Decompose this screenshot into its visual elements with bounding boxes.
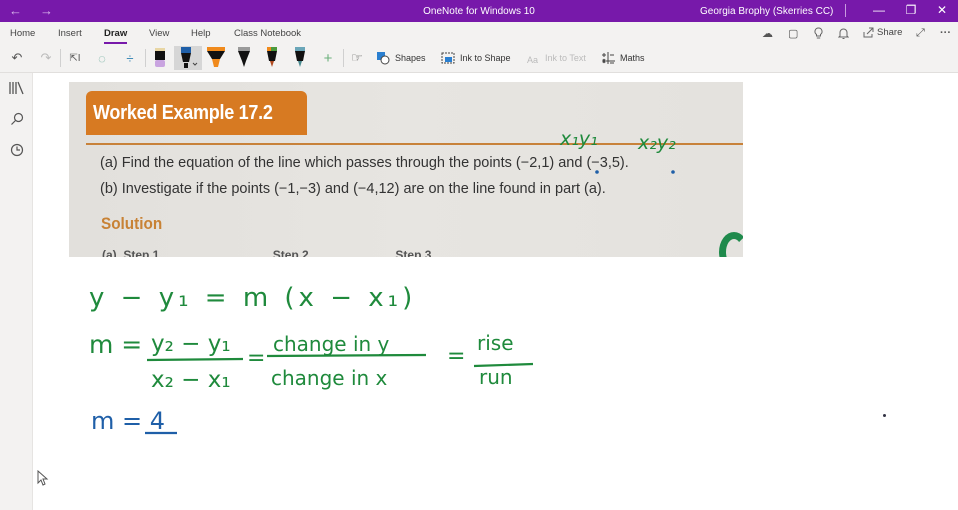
type-select-tool[interactable]: ⇱I <box>64 46 86 70</box>
tab-home[interactable]: Home <box>10 28 35 39</box>
shapes-label: Shapes <box>395 53 426 63</box>
ink-to-shape-icon <box>441 52 455 64</box>
lasso-select-tool[interactable]: ◌ <box>92 46 112 70</box>
ink-to-text-button[interactable]: Aa Ink to Text <box>526 46 586 70</box>
pen-gray-icon <box>238 47 250 67</box>
pen-blue-icon <box>181 47 198 68</box>
add-space-tool[interactable]: ÷ <box>120 46 140 70</box>
solution-heading: Solution <box>101 214 163 233</box>
ink-replay-tool[interactable]: ☞ <box>347 46 367 70</box>
ink-frac1-bar <box>146 357 244 362</box>
ink-equals-1: = <box>247 346 265 371</box>
highlighter-orange-tool[interactable] <box>204 46 228 70</box>
toolbar-divider <box>343 49 344 67</box>
navigation-sidebar <box>0 73 33 510</box>
fullscreen-icon[interactable]: ⤢ <box>916 27 925 40</box>
pen-blue-tool[interactable] <box>174 46 202 70</box>
pen-green-tool[interactable] <box>260 46 284 70</box>
ink-frac2-num: change in y <box>273 332 390 356</box>
notebooks-icon[interactable] <box>8 81 25 98</box>
shapes-icon <box>377 52 390 65</box>
ink-equals-2: = <box>447 344 465 369</box>
pen-teal-tool[interactable] <box>288 46 312 70</box>
ink-frac1-num: y₂ − y₁ <box>151 331 231 357</box>
pen-teal-icon <box>295 47 305 67</box>
steps-cutoff: (a) Step 1 Step 2 Step 3 <box>102 248 432 257</box>
maths-label: Maths <box>620 53 645 63</box>
ink-to-text-label: Ink to Text <box>545 53 586 63</box>
sticky-notes-icon[interactable]: ▢ <box>788 27 798 40</box>
add-pen-button[interactable]: + <box>318 46 338 70</box>
ink-dot <box>883 414 886 417</box>
maths-button[interactable]: Maths <box>601 46 645 70</box>
worked-example-title: Worked Example 17.2 <box>93 102 273 124</box>
page-tab-decoration <box>719 232 743 257</box>
ink-line-point-slope: y − y₁ = m (x − x₁) <box>89 283 416 313</box>
tab-help[interactable]: Help <box>191 28 211 39</box>
share-label: Share <box>877 27 903 38</box>
ink-frac3-bar <box>473 362 534 368</box>
redo-button[interactable]: ↷ <box>37 46 55 70</box>
textbook-photo: Worked Example 17.2 (a) Find the equatio… <box>69 82 743 257</box>
close-button[interactable]: ✕ <box>932 3 952 17</box>
lightbulb-icon[interactable] <box>813 27 824 43</box>
share-button[interactable]: Share <box>863 27 902 38</box>
ink-to-shape-label: Ink to Shape <box>460 53 511 63</box>
question-a: (a) Find the equation of the line which … <box>100 155 629 171</box>
tab-draw[interactable]: Draw <box>104 28 128 44</box>
ink-to-shape-button[interactable]: Ink to Shape <box>441 46 511 70</box>
search-icon[interactable] <box>8 112 25 129</box>
share-icon <box>863 27 874 38</box>
more-options-icon[interactable]: ··· <box>940 27 951 39</box>
sync-status-icon[interactable]: ☁ <box>762 27 773 40</box>
ink-frac2-den: change in x <box>271 366 388 390</box>
pen-green-icon <box>267 47 277 67</box>
tab-view[interactable]: View <box>149 28 169 39</box>
ink-to-text-icon: Aa <box>527 55 538 65</box>
eraser-tool[interactable] <box>148 46 172 70</box>
ink-frac3-num: rise <box>477 331 514 355</box>
toolbar-divider <box>145 49 146 67</box>
minimize-button[interactable]: — <box>869 3 889 17</box>
undo-button[interactable]: ↶ <box>8 46 26 70</box>
svg-text:Aa: Aa <box>527 55 538 65</box>
pen-gray-tool[interactable] <box>232 46 256 70</box>
tab-insert[interactable]: Insert <box>58 28 82 39</box>
user-account[interactable]: Georgia Brophy (Skerries CC) <box>700 6 833 17</box>
ink-frac1-den: x₂ − x₁ <box>151 367 231 393</box>
ink-frac2-bar <box>266 353 427 358</box>
recent-clock-icon[interactable] <box>8 143 25 160</box>
shapes-button[interactable]: Shapes <box>376 46 426 70</box>
titlebar-divider <box>845 4 846 17</box>
page-canvas[interactable]: Worked Example 17.2 (a) Find the equatio… <box>33 73 958 510</box>
ink-m-equals-4: m = 4 <box>91 407 165 435</box>
tab-class-notebook[interactable]: Class Notebook <box>234 28 301 39</box>
title-bar: ← → OneNote for Windows 10 Georgia Broph… <box>0 0 958 22</box>
highlighter-icon <box>207 47 225 67</box>
notifications-bell-icon[interactable] <box>837 27 850 43</box>
eraser-icon <box>155 48 165 67</box>
maths-icon <box>602 52 615 64</box>
ink-m-equals: m = <box>89 330 142 359</box>
toolbar-divider <box>60 49 61 67</box>
ink-frac3-den: run <box>479 365 513 389</box>
question-b: (b) Investigate if the points (−1,−3) an… <box>100 181 606 197</box>
mouse-cursor-icon <box>37 469 49 489</box>
restore-button[interactable]: ❐ <box>901 3 921 17</box>
banner-rule <box>86 143 743 145</box>
ribbon: Home Insert Draw View Help Class Noteboo… <box>0 22 958 73</box>
